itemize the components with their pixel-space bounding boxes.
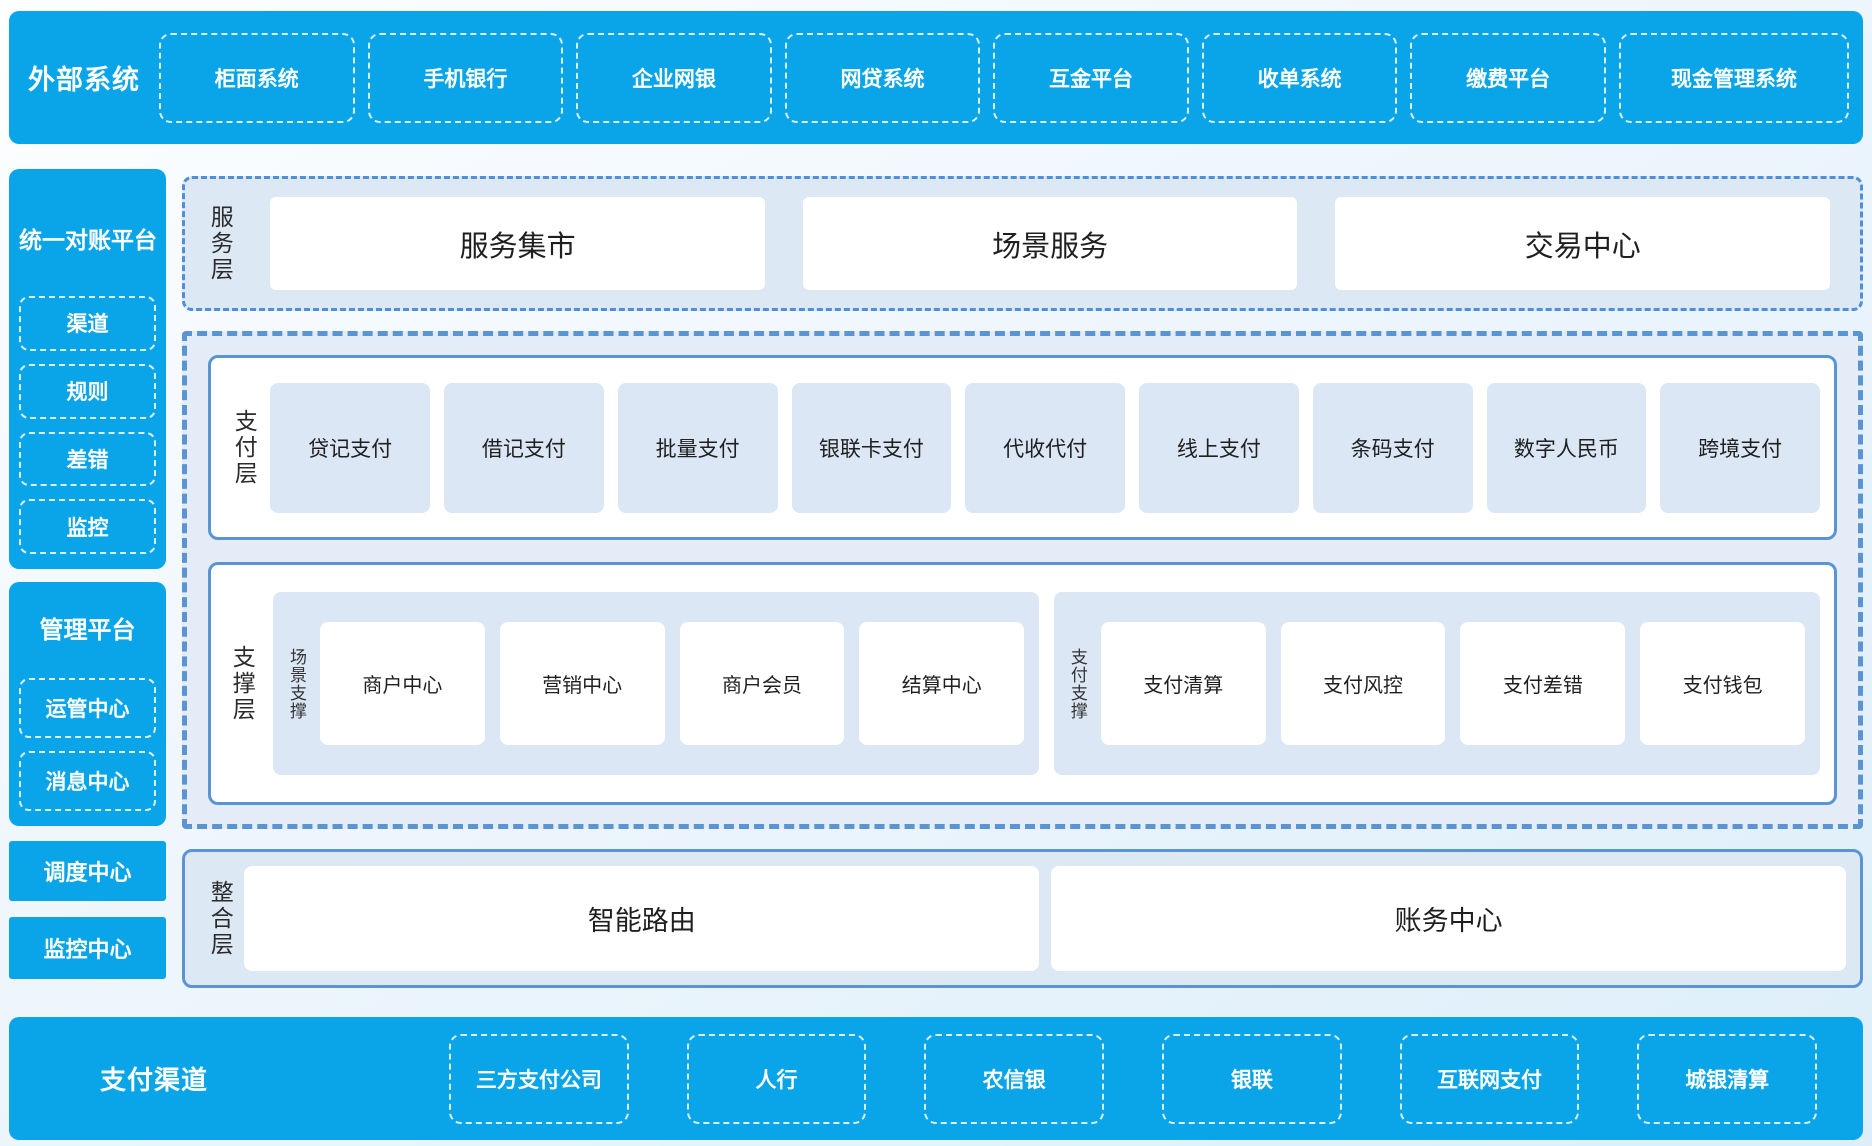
integration-layer: 整合层 智能路由 账务中心 [182, 849, 1863, 988]
monitoring-center-block: 监控中心 [9, 917, 166, 979]
support-layer: 支撑层 场景支撑 商户中心 营销中心 商户会员 结算中心 支付支撑 支付清算 支… [208, 562, 1837, 805]
management-item-message-center: 消息中心 [19, 751, 156, 811]
settlement-center-box: 结算中心 [859, 622, 1024, 745]
external-system-counter: 柜面系统 [159, 33, 355, 123]
external-system-corporate-ebank: 企业网银 [576, 33, 772, 123]
left-sidebar: 统一对账平台 渠道 规则 差错 监控 管理平台 运管中心 消息中心 调度中心 监… [9, 144, 166, 988]
external-systems-bar: 外部系统 柜面系统 手机银行 企业网银 网贷系统 互金平台 收单系统 缴费平台 … [9, 11, 1863, 144]
channel-city-bank-clearing: 城银清算 [1637, 1034, 1817, 1124]
channel-third-party-payment: 三方支付公司 [449, 1034, 629, 1124]
payment-layer: 支付层 贷记支付 借记支付 批量支付 银联卡支付 代收代付 线上支付 条码支付 … [208, 355, 1837, 540]
scenario-support-label: 场景支撑 [286, 648, 305, 720]
merchant-center-box: 商户中心 [320, 622, 485, 745]
management-platform-title: 管理平台 [19, 582, 156, 665]
reconciliation-item-monitoring: 监控 [19, 499, 156, 554]
payment-support-label: 支付支撑 [1067, 648, 1086, 720]
external-system-fee-payment: 缴费平台 [1410, 33, 1606, 123]
service-market-box: 服务集市 [270, 197, 765, 290]
external-systems-title: 外部系统 [9, 58, 159, 97]
channel-pboc: 人行 [687, 1034, 867, 1124]
scenario-service-box: 场景服务 [803, 197, 1298, 290]
middle-region: 统一对账平台 渠道 规则 差错 监控 管理平台 运管中心 消息中心 调度中心 监… [9, 144, 1863, 988]
digital-rmb-box: 数字人民币 [1487, 383, 1647, 513]
payment-support-group: 支付支撑 支付清算 支付风控 支付差错 支付钱包 [1054, 592, 1820, 775]
management-platform-block: 管理平台 运管中心 消息中心 [9, 582, 166, 826]
cross-border-payment-box: 跨境支付 [1660, 383, 1820, 513]
payment-wallet-box: 支付钱包 [1640, 622, 1805, 745]
payment-clearing-box: 支付清算 [1101, 622, 1266, 745]
accounting-center-box: 账务中心 [1051, 866, 1846, 971]
channel-unionpay: 银联 [1162, 1034, 1342, 1124]
channel-rural-credit-bank: 农信银 [924, 1034, 1104, 1124]
payment-discrepancy-box: 支付差错 [1460, 622, 1625, 745]
unionpay-card-payment-box: 银联卡支付 [792, 383, 952, 513]
external-system-cash-management: 现金管理系统 [1619, 33, 1849, 123]
payment-channels-bar: 支付渠道 三方支付公司 人行 农信银 银联 互联网支付 城银清算 [9, 1017, 1863, 1140]
payment-layer-label: 支付层 [231, 409, 256, 487]
payment-risk-control-box: 支付风控 [1281, 622, 1446, 745]
external-system-online-loan: 网贷系统 [785, 33, 981, 123]
batch-payment-box: 批量支付 [618, 383, 778, 513]
marketing-center-box: 营销中心 [500, 622, 665, 745]
external-system-internet-finance: 互金平台 [993, 33, 1189, 123]
smart-routing-box: 智能路由 [244, 866, 1039, 971]
reconciliation-platform-block: 统一对账平台 渠道 规则 差错 监控 [9, 169, 166, 569]
debit-payment-box: 借记支付 [444, 383, 604, 513]
support-layer-label: 支撑层 [229, 645, 254, 723]
merchant-member-box: 商户会员 [680, 622, 845, 745]
reconciliation-item-discrepancy: 差错 [19, 432, 156, 487]
reconciliation-item-rules: 规则 [19, 364, 156, 419]
reconciliation-platform-title: 统一对账平台 [19, 169, 156, 283]
scenario-support-group: 场景支撑 商户中心 营销中心 商户会员 结算中心 [273, 592, 1039, 775]
dispatch-center-block: 调度中心 [9, 841, 166, 901]
integration-layer-label: 整合层 [207, 880, 232, 958]
collection-agency-box: 代收代付 [965, 383, 1125, 513]
external-system-acquiring: 收单系统 [1202, 33, 1398, 123]
channel-internet-payment: 互联网支付 [1400, 1034, 1580, 1124]
external-systems-items: 柜面系统 手机银行 企业网银 网贷系统 互金平台 收单系统 缴费平台 现金管理系… [159, 33, 1849, 123]
online-payment-box: 线上支付 [1139, 383, 1299, 513]
payment-channels-title: 支付渠道 [9, 1060, 299, 1097]
external-system-mobile-banking: 手机银行 [368, 33, 564, 123]
payment-architecture-diagram: 外部系统 柜面系统 手机银行 企业网银 网贷系统 互金平台 收单系统 缴费平台 … [0, 0, 1872, 1146]
payment-channels-items: 三方支付公司 人行 农信银 银联 互联网支付 城银清算 [449, 1034, 1817, 1124]
management-item-operations-center: 运管中心 [19, 678, 156, 738]
service-layer-label: 服务层 [207, 205, 232, 283]
credit-payment-box: 贷记支付 [270, 383, 430, 513]
barcode-payment-box: 条码支付 [1313, 383, 1473, 513]
reconciliation-item-channel: 渠道 [19, 296, 156, 351]
payment-support-container: 支付层 贷记支付 借记支付 批量支付 银联卡支付 代收代付 线上支付 条码支付 … [182, 331, 1863, 829]
layers-area: 服务层 服务集市 场景服务 交易中心 支付层 贷记支付 借记支付 批量支付 银联… [182, 144, 1863, 988]
service-layer: 服务层 服务集市 场景服务 交易中心 [182, 176, 1863, 311]
transaction-center-box: 交易中心 [1335, 197, 1830, 290]
